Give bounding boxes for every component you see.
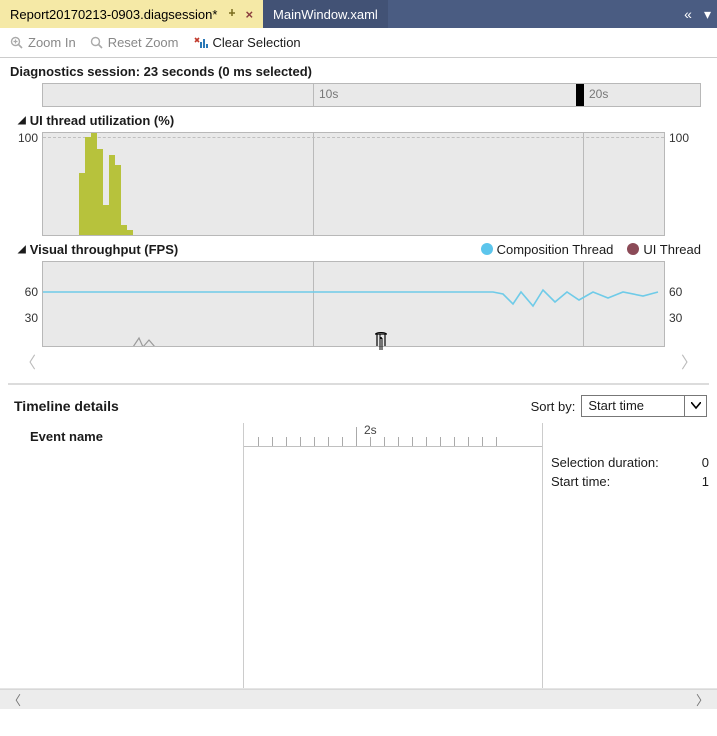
y-label: 30 (25, 311, 38, 325)
start-time-label: Start time: (551, 474, 610, 489)
mini-ruler: 2s (244, 423, 542, 447)
scroll-left-icon[interactable]: 〈 (8, 690, 21, 709)
toolbar: Zoom In Reset Zoom Clear Selection (0, 28, 717, 58)
clear-selection-icon (193, 36, 209, 50)
event-name-header: Event name (0, 423, 243, 448)
reset-zoom-button[interactable]: Reset Zoom (90, 35, 179, 50)
clear-selection-label: Clear Selection (213, 35, 301, 50)
ruler-tick: 10s (319, 87, 338, 101)
legend: Composition Thread UI Thread (481, 242, 701, 257)
chart-ui-thread[interactable] (42, 132, 665, 236)
scroll-right-icon[interactable]: 〉 (681, 349, 697, 373)
clear-selection-button[interactable]: Clear Selection (193, 35, 301, 50)
zoom-in-label: Zoom In (28, 35, 76, 50)
chart-throughput[interactable] (42, 261, 665, 347)
y-label: 60 (25, 285, 38, 299)
chevron-down-icon[interactable] (684, 396, 706, 416)
y-label: 60 (669, 285, 682, 299)
selection-duration-label: Selection duration: (551, 455, 659, 470)
selection-info: Selection duration: 0 Start time: 1 (543, 423, 717, 688)
start-time-value: 1 (702, 474, 709, 489)
timeline-details-title: Timeline details (14, 398, 119, 414)
selection-duration-value: 0 (702, 455, 709, 470)
caret-down-icon: ◢ (18, 244, 26, 255)
sort-by-select[interactable]: Start time (581, 395, 707, 417)
chart-scroll: 〈 〉 (8, 347, 709, 385)
chart-header-throughput[interactable]: ◢ Visual throughput (FPS) Composition Th… (8, 236, 709, 261)
chart-header-ui-thread[interactable]: ◢ UI thread utilization (%) (8, 107, 709, 132)
event-name-column: Event name (0, 423, 244, 688)
y-label: 30 (669, 311, 682, 325)
scroll-right-icon[interactable]: 〉 (696, 690, 709, 709)
tab-strip: Report20170213-0903.diagsession* × MainW… (0, 0, 717, 28)
caret-down-icon: ◢ (18, 115, 26, 126)
reset-zoom-label: Reset Zoom (108, 35, 179, 50)
zoom-in-button[interactable]: Zoom In (10, 35, 76, 50)
close-icon[interactable]: × (245, 7, 253, 22)
tab-diagsession[interactable]: Report20170213-0903.diagsession* × (0, 0, 263, 28)
tab-title: Report20170213-0903.diagsession* (10, 7, 217, 22)
overflow-icon[interactable]: « (678, 0, 698, 28)
chart-title: Visual throughput (FPS) (30, 242, 179, 257)
session-label: Diagnostics session: 23 seconds (0 ms se… (0, 58, 717, 79)
swatch-icon (481, 243, 493, 255)
sort-by-label: Sort by: (531, 399, 576, 414)
ruler-tick: 20s (589, 87, 608, 101)
y-label: 100 (669, 131, 689, 145)
mini-ruler-tick: 2s (364, 423, 377, 437)
timeline-ruler[interactable]: 10s 20s (42, 83, 701, 107)
zoom-in-icon (10, 36, 24, 50)
dropdown-icon[interactable]: ▾ (698, 0, 717, 28)
reset-zoom-icon (90, 36, 104, 50)
tab-mainwindow[interactable]: MainWindow.xaml (263, 0, 388, 28)
playhead[interactable] (576, 84, 584, 106)
pin-icon[interactable] (227, 9, 237, 19)
event-timeline-column[interactable]: 2s (244, 423, 543, 688)
horizontal-scrollbar[interactable]: 〈 〉 (0, 689, 717, 709)
scroll-left-icon[interactable]: 〈 (20, 349, 36, 373)
swatch-icon (627, 243, 639, 255)
y-label: 100 (18, 131, 38, 145)
sort-by-value: Start time (582, 396, 684, 416)
tab-title: MainWindow.xaml (273, 7, 378, 22)
chart-title: UI thread utilization (%) (30, 113, 174, 128)
